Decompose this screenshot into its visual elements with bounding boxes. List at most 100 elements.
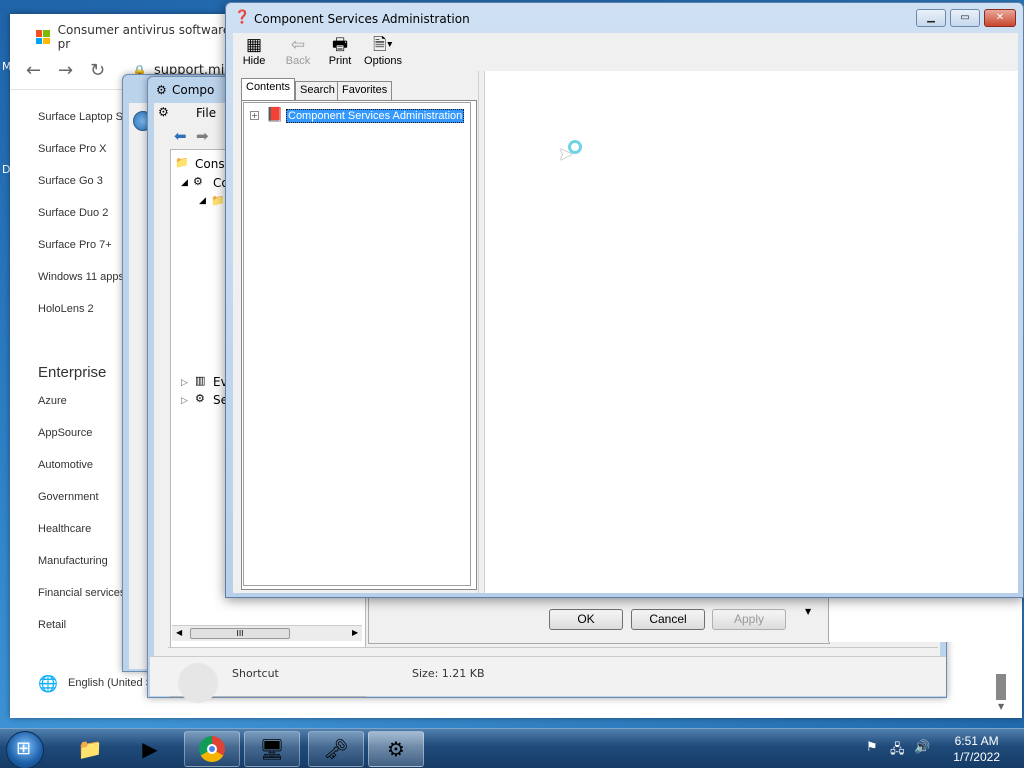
taskbar-component-services[interactable]: ⚙	[368, 731, 424, 767]
tab-favorites[interactable]: Favorites	[337, 81, 393, 100]
language-selector[interactable]: English (United S	[68, 677, 153, 689]
tree-expand-icon[interactable]: +	[250, 111, 259, 120]
keys-icon: 🗝	[323, 737, 349, 761]
close-button[interactable]: ✕	[984, 9, 1016, 27]
windows-logo-icon: ⊞	[16, 738, 32, 759]
back-arrow-icon: ⇦	[290, 35, 306, 54]
component-services-icon: ⚙	[193, 175, 203, 188]
taskbar: ⊞ 📁 ▶ 🖥 🗝 ⚙ ⚑ 🖧 🔊 6:51 AM 1/7/2022	[0, 728, 1024, 768]
browser-tab[interactable]: Consumer antivirus software pr	[32, 22, 242, 52]
options-icon: 🗎▾	[373, 35, 393, 54]
mmc-title: Compo	[172, 83, 215, 97]
print-label: Print	[328, 55, 352, 67]
back-label: Back	[285, 55, 311, 67]
control-panel-icon: 🖥	[259, 737, 285, 761]
apply-button[interactable]: Apply	[712, 609, 786, 630]
volume-icon[interactable]: 🔊	[914, 740, 930, 755]
contents-panel: + 📕 Component Services Administration	[241, 100, 477, 590]
tree-item-selected[interactable]: Component Services Administration	[286, 109, 465, 123]
component-services-icon: ⚙	[387, 737, 405, 761]
folder-icon: 📁	[211, 194, 225, 207]
forward-arrow-icon[interactable]: ➡	[196, 127, 209, 145]
forward-arrow-icon[interactable]: →	[58, 60, 73, 81]
minimize-button[interactable]: ▁	[916, 9, 946, 27]
cancel-button[interactable]: Cancel	[631, 609, 705, 630]
sidebar-link[interactable]: Surface Duo 2	[38, 207, 108, 219]
ok-button[interactable]: OK	[549, 609, 623, 630]
clock[interactable]: 6:51 AM 1/7/2022	[953, 733, 1000, 765]
sidebar-link[interactable]: Surface Go 3	[38, 175, 103, 187]
event-viewer-icon: ▥	[195, 374, 206, 387]
browser-scrollbar-thumb[interactable]	[996, 674, 1006, 700]
scroll-right-icon[interactable]: ▶	[352, 628, 358, 637]
folder-icon: 📁	[77, 737, 103, 761]
services-gear-icon: ⚙	[195, 392, 205, 405]
enterprise-link[interactable]: Government	[38, 491, 99, 503]
file-size: Size: 1.21 KB	[412, 667, 485, 680]
tree-collapse-icon[interactable]: ▷	[181, 396, 188, 406]
menu-file[interactable]: File	[196, 106, 216, 120]
enterprise-link[interactable]: Manufacturing	[38, 555, 108, 567]
tab-search[interactable]: Search	[295, 81, 340, 100]
component-services-icon: ⚙	[156, 83, 167, 97]
sidebar-link[interactable]: Windows 11 apps	[38, 271, 124, 283]
globe-icon: 🌐	[38, 674, 58, 693]
sidebar-link[interactable]: Surface Laptop St	[38, 111, 126, 123]
tab-contents[interactable]: Contents	[241, 78, 296, 101]
window-title: Component Services Administration	[254, 12, 470, 26]
printer-icon: 🖶	[331, 35, 349, 54]
back-arrow-icon[interactable]: ⬅	[174, 127, 187, 145]
help-window: ❓ Component Services Administration ▁ ▭ …	[225, 2, 1024, 598]
network-icon[interactable]: 🖧	[890, 740, 905, 762]
clock-date: 1/7/2022	[953, 750, 1000, 764]
back-button[interactable]: ⇦ Back	[283, 35, 313, 67]
taskbar-chrome[interactable]	[184, 731, 240, 767]
enterprise-link[interactable]: AppSource	[38, 427, 92, 439]
clock-time: 6:51 AM	[954, 734, 999, 748]
side-panel	[828, 598, 1016, 642]
enterprise-link[interactable]: Azure	[38, 395, 67, 407]
enterprise-link[interactable]: Financial services	[38, 587, 125, 599]
taskbar-explorer[interactable]: 📁	[62, 731, 118, 767]
enterprise-link[interactable]: Healthcare	[38, 523, 91, 535]
file-icon	[178, 663, 218, 703]
taskbar-media-player[interactable]: ▶	[122, 731, 178, 767]
book-icon: 📕	[266, 107, 284, 123]
reload-icon[interactable]: ↻	[90, 60, 105, 81]
options-button[interactable]: 🗎▾ Options	[361, 35, 405, 67]
start-button[interactable]: ⊞	[6, 731, 44, 768]
file-type: Shortcut	[232, 667, 279, 680]
taskbar-control-panel[interactable]: 🖥	[244, 731, 300, 767]
contents-tree[interactable]: + 📕 Component Services Administration	[243, 102, 471, 586]
help-icon: ❓	[234, 10, 251, 25]
scroll-thumb[interactable]: III	[190, 628, 290, 639]
busy-spinner-icon	[568, 140, 582, 154]
mmc-app-icon: ⚙	[158, 105, 169, 119]
enterprise-link[interactable]: Retail	[38, 619, 66, 631]
hide-button[interactable]: ▦ Hide	[241, 35, 267, 67]
scroll-down-icon[interactable]: ▼	[998, 702, 1004, 711]
taskbar-keys-app[interactable]: 🗝	[308, 731, 364, 767]
media-player-icon: ▶	[142, 737, 158, 761]
tree-hscrollbar[interactable]: ◀ III ▶	[172, 625, 362, 641]
hide-label: Hide	[242, 55, 266, 67]
maximize-button[interactable]: ▭	[950, 9, 980, 27]
dropdown-arrow-icon[interactable]: ▼	[805, 607, 811, 616]
enterprise-link[interactable]: Automotive	[38, 459, 93, 471]
action-center-icon[interactable]: ⚑	[866, 740, 878, 755]
help-toolbar: ▦ Hide ⇦ Back 🖶 Print 🗎▾ Options	[233, 33, 1018, 73]
print-button[interactable]: 🖶 Print	[325, 35, 355, 67]
chrome-icon	[199, 736, 225, 762]
sidebar-link[interactable]: Surface Pro X	[38, 143, 106, 155]
options-label: Options	[364, 55, 402, 67]
sidebar-link[interactable]: HoloLens 2	[38, 303, 94, 315]
tree-expand-icon[interactable]: ◢	[199, 196, 206, 206]
details-pane: Shortcut Size: 1.21 KB	[150, 656, 946, 703]
tree-collapse-icon[interactable]: ▷	[181, 378, 188, 388]
back-arrow-icon[interactable]: ←	[26, 60, 41, 81]
sidebar-link[interactable]: Surface Pro 7+	[38, 239, 112, 251]
tree-expand-icon[interactable]: ◢	[181, 178, 188, 188]
navigation-pane: Contents Search Favorites + 📕 Component …	[233, 73, 485, 593]
scroll-left-icon[interactable]: ◀	[176, 628, 182, 637]
folder-icon: 📁	[175, 156, 189, 169]
